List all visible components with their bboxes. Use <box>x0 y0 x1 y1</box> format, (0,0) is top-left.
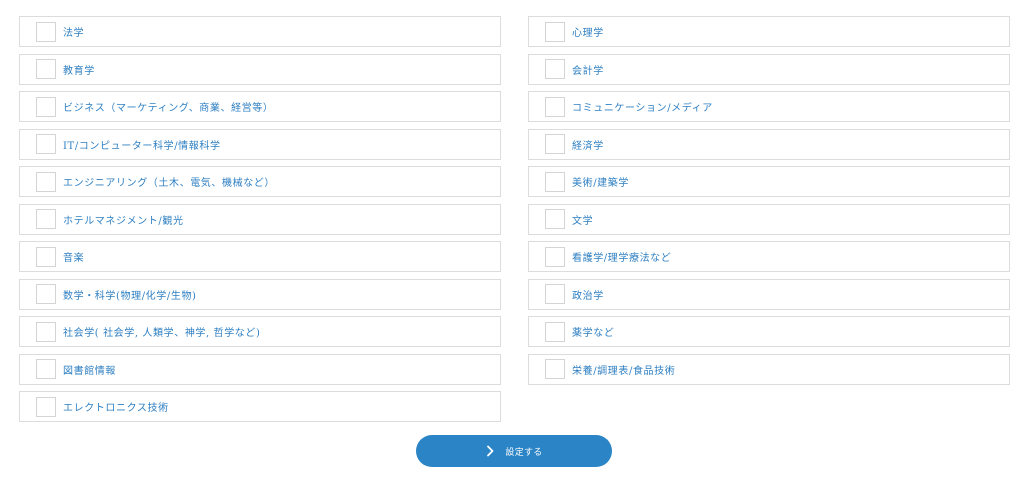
option-law[interactable]: 法学 <box>19 16 501 47</box>
checkbox[interactable] <box>545 321 565 342</box>
option-label: ビジネス（マーケティング、商業、経営等） <box>63 103 274 114</box>
option-literature[interactable]: 文学 <box>528 203 1010 235</box>
field-of-study-options: 法学 教育学 ビジネス（マーケティング、商業、経営等） IT/コンピューター科学… <box>19 16 1010 422</box>
option-engineering[interactable]: エンジニアリング（土木、電気、機械など） <box>19 166 501 197</box>
checkbox[interactable] <box>545 59 565 79</box>
checkbox[interactable] <box>36 96 56 117</box>
option-it-computer-science[interactable]: IT/コンピューター科学/情報科学 <box>19 128 501 160</box>
option-hotel-management[interactable]: ホテルマネジメント/観光 <box>19 203 501 235</box>
checkbox[interactable] <box>545 96 565 117</box>
option-library-information[interactable]: 図書館情報 <box>19 353 501 385</box>
option-electronics[interactable]: エレクトロニクス技術 <box>19 391 501 422</box>
option-label: コミュニケーション/メディア <box>572 103 713 114</box>
checkbox[interactable] <box>545 284 565 304</box>
checkbox[interactable] <box>545 246 565 267</box>
option-sociology[interactable]: 社会学( 社会学, 人類学、神学, 哲学など) <box>19 316 501 347</box>
chevron-right-icon <box>487 445 494 457</box>
option-business[interactable]: ビジネス（マーケティング、商業、経営等） <box>19 91 501 122</box>
option-label: 政治学 <box>572 290 604 302</box>
option-pharmacy[interactable]: 薬学など <box>528 316 1010 347</box>
option-label: 美術/建築学 <box>572 178 629 189</box>
checkbox[interactable] <box>36 321 56 342</box>
checkbox[interactable] <box>545 209 565 229</box>
option-label: 図書館情報 <box>63 365 116 377</box>
option-label: 心理学 <box>572 28 604 39</box>
checkbox[interactable] <box>36 59 56 79</box>
checkbox[interactable] <box>36 396 56 417</box>
option-nutrition-food[interactable]: 栄養/調理表/食品技術 <box>528 353 1010 385</box>
submit-button[interactable]: 設定する <box>416 435 612 467</box>
option-label: 看護学/理学療法など <box>572 253 672 264</box>
option-label: IT/コンピューター科学/情報科学 <box>63 140 221 152</box>
checkbox[interactable] <box>36 246 56 267</box>
checkbox[interactable] <box>36 284 56 304</box>
option-label: 薬学など <box>572 328 615 339</box>
option-label: 文学 <box>572 215 594 227</box>
option-education[interactable]: 教育学 <box>19 53 501 85</box>
option-label: エレクトロニクス技術 <box>63 403 169 414</box>
option-math-science[interactable]: 数学・科学(物理/化学/生物) <box>19 278 501 310</box>
option-label: 音楽 <box>63 253 85 264</box>
checkbox[interactable] <box>36 134 56 154</box>
checkbox[interactable] <box>36 209 56 229</box>
option-art-architecture[interactable]: 美術/建築学 <box>528 166 1010 197</box>
option-label: 社会学( 社会学, 人類学、神学, 哲学など) <box>63 328 261 339</box>
checkbox[interactable] <box>36 171 56 192</box>
option-music[interactable]: 音楽 <box>19 241 501 272</box>
option-label: 会計学 <box>572 65 604 77</box>
option-political-science[interactable]: 政治学 <box>528 278 1010 310</box>
option-accounting[interactable]: 会計学 <box>528 53 1010 85</box>
checkbox[interactable] <box>36 359 56 379</box>
option-communication-media[interactable]: コミュニケーション/メディア <box>528 91 1010 122</box>
option-label: 栄養/調理表/食品技術 <box>572 365 676 377</box>
checkbox[interactable] <box>545 134 565 154</box>
option-label: 教育学 <box>63 65 95 77</box>
submit-button-label: 設定する <box>505 447 543 458</box>
option-label: 経済学 <box>572 140 604 152</box>
checkbox[interactable] <box>36 21 56 42</box>
option-label: ホテルマネジメント/観光 <box>63 215 184 227</box>
option-label: 数学・科学(物理/化学/生物) <box>63 290 197 302</box>
checkbox[interactable] <box>545 21 565 42</box>
option-label: 法学 <box>63 28 85 39</box>
option-label: エンジニアリング（土木、電気、機械など） <box>63 178 275 189</box>
checkbox[interactable] <box>545 359 565 379</box>
option-psychology[interactable]: 心理学 <box>528 16 1010 47</box>
option-economics[interactable]: 経済学 <box>528 128 1010 160</box>
option-nursing[interactable]: 看護学/理学療法など <box>528 241 1010 272</box>
checkbox[interactable] <box>545 171 565 192</box>
